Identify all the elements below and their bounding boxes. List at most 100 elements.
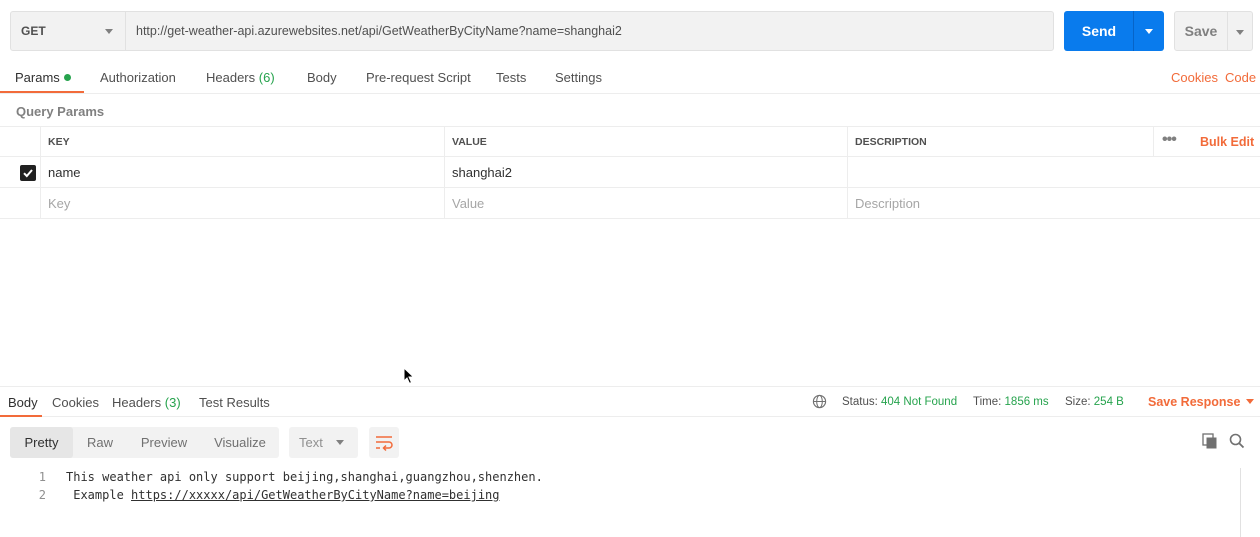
response-tab-body-label: Body	[8, 395, 38, 410]
status-value: 404 Not Found	[881, 396, 958, 408]
new-description-input[interactable]: Description	[847, 188, 1153, 218]
tab-authorization[interactable]: Authorization	[100, 70, 176, 85]
view-visualize-button[interactable]: Visualize	[207, 427, 273, 458]
active-response-tab-underline	[0, 415, 42, 417]
url-input[interactable]: http://get-weather-api.azurewebsites.net…	[125, 11, 1054, 51]
format-label: Text	[299, 435, 323, 450]
table-row: name shanghai2	[0, 157, 1260, 188]
param-enabled-checkbox[interactable]	[20, 165, 36, 181]
view-mode-group: Pretty Raw Preview Visualize	[10, 427, 279, 458]
method-select[interactable]: GET	[10, 11, 126, 51]
tab-params[interactable]: Params	[15, 70, 71, 85]
table-header-row: KEY VALUE DESCRIPTION ••• Bulk Edit	[0, 126, 1260, 157]
cookies-link[interactable]: Cookies	[1171, 70, 1218, 85]
tab-body[interactable]: Body	[307, 70, 337, 85]
mouse-cursor-icon	[403, 367, 415, 385]
view-preview-button[interactable]: Preview	[134, 427, 194, 458]
chevron-down-icon	[336, 440, 344, 445]
code-text-prefix: Example	[66, 488, 132, 502]
tab-tests-label: Tests	[496, 70, 527, 85]
response-tabs: Body Cookies Headers (3) Test Results St…	[0, 386, 1260, 417]
wrap-lines-button[interactable]	[369, 427, 399, 458]
code-link[interactable]: https://xxxxx/api/GetWeatherByCityName?n…	[131, 488, 499, 502]
wrap-lines-icon	[376, 436, 393, 452]
response-headers-count: (3)	[164, 395, 181, 410]
save-response-button[interactable]: Save Response	[1148, 395, 1255, 409]
chevron-down-icon	[105, 29, 113, 34]
tab-tests[interactable]: Tests	[496, 70, 526, 85]
time-label: Time:	[973, 396, 1002, 408]
tab-headers[interactable]: Headers (6)	[206, 70, 275, 85]
response-tab-test-results[interactable]: Test Results	[199, 395, 270, 410]
param-description-cell[interactable]	[847, 157, 1153, 187]
response-tab-headers[interactable]: Headers (3)	[112, 395, 181, 410]
tab-params-label: Params	[15, 70, 60, 85]
time-value: 1856 ms	[1004, 396, 1049, 408]
query-params-label: Query Params	[16, 104, 105, 119]
chevron-down-icon	[1236, 30, 1244, 35]
value-placeholder: Value	[452, 195, 485, 211]
tab-pre-request-script-label: Pre-request Script	[366, 70, 471, 85]
format-select[interactable]: Text	[289, 427, 358, 458]
key-placeholder: Key	[48, 195, 71, 211]
more-options-icon[interactable]: •••	[1162, 132, 1177, 148]
size-label: Size:	[1065, 396, 1091, 408]
url-text: http://get-weather-api.azurewebsites.net…	[136, 24, 622, 38]
param-key: name	[48, 164, 81, 180]
response-tab-headers-label: Headers	[112, 395, 162, 410]
response-size: Size: 254 B	[1065, 396, 1124, 408]
code-line: 1 This weather api only support beijing,…	[0, 468, 1240, 486]
response-time: Time: 1856 ms	[973, 396, 1049, 408]
query-params-table: KEY VALUE DESCRIPTION ••• Bulk Edit name…	[0, 126, 1260, 219]
response-body[interactable]: 1 This weather api only support beijing,…	[0, 468, 1240, 504]
tab-headers-label: Headers	[206, 70, 256, 85]
table-row-new: Key Value Description	[0, 188, 1260, 219]
response-tab-test-results-label: Test Results	[199, 395, 270, 410]
tab-settings[interactable]: Settings	[555, 70, 602, 85]
key-column-header: KEY	[40, 127, 444, 156]
code-text: This weather api only support beijing,sh…	[66, 470, 543, 484]
status-label: Status:	[842, 396, 878, 408]
send-button[interactable]: Send	[1064, 11, 1134, 51]
tab-headers-count: (6)	[258, 70, 275, 85]
description-column-header: DESCRIPTION	[847, 127, 1153, 156]
tab-body-label: Body	[307, 70, 337, 85]
new-key-input[interactable]: Key	[40, 188, 444, 218]
description-placeholder: Description	[855, 195, 921, 211]
scrollbar-track[interactable]	[1240, 468, 1241, 537]
response-status: Status: 404 Not Found	[842, 396, 957, 408]
code-text: Example https://xxxxx/api/GetWeatherByCi…	[66, 486, 499, 504]
bulk-edit-link[interactable]: Bulk Edit	[1200, 135, 1254, 149]
save-button[interactable]: Save	[1174, 11, 1228, 51]
value-column-header: VALUE	[444, 127, 848, 156]
response-tab-cookies[interactable]: Cookies	[52, 395, 99, 410]
copy-icon[interactable]	[1202, 433, 1218, 450]
new-value-input[interactable]: Value	[444, 188, 848, 218]
param-value-cell[interactable]: shanghai2	[444, 157, 848, 187]
globe-icon[interactable]	[812, 394, 827, 409]
line-number: 1	[38, 470, 46, 484]
chevron-down-icon	[1246, 399, 1255, 404]
line-number: 2	[38, 488, 46, 502]
search-icon[interactable]	[1229, 433, 1245, 449]
tab-settings-label: Settings	[555, 70, 602, 85]
view-pretty-button[interactable]: Pretty	[10, 427, 73, 458]
send-options-button[interactable]	[1133, 11, 1164, 51]
response-tab-body[interactable]: Body	[8, 395, 38, 410]
chevron-down-icon	[1145, 29, 1153, 34]
tab-pre-request-script[interactable]: Pre-request Script	[366, 70, 471, 85]
code-link[interactable]: Code	[1225, 70, 1256, 85]
checkmark-icon	[23, 169, 33, 178]
active-indicator-icon	[63, 74, 71, 81]
save-options-button[interactable]	[1227, 11, 1253, 51]
code-line: 2 Example https://xxxxx/api/GetWeatherBy…	[0, 486, 1240, 504]
tab-authorization-label: Authorization	[100, 70, 176, 85]
save-response-label: Save Response	[1148, 395, 1241, 409]
view-raw-button[interactable]: Raw	[80, 427, 120, 458]
response-tab-cookies-label: Cookies	[52, 395, 99, 410]
method-label: GET	[21, 24, 46, 38]
param-key-cell[interactable]: name	[40, 157, 444, 187]
param-value: shanghai2	[452, 164, 512, 180]
size-value: 254 B	[1093, 396, 1124, 408]
request-tabs: Params Authorization Headers (6) Body Pr…	[0, 62, 1260, 94]
